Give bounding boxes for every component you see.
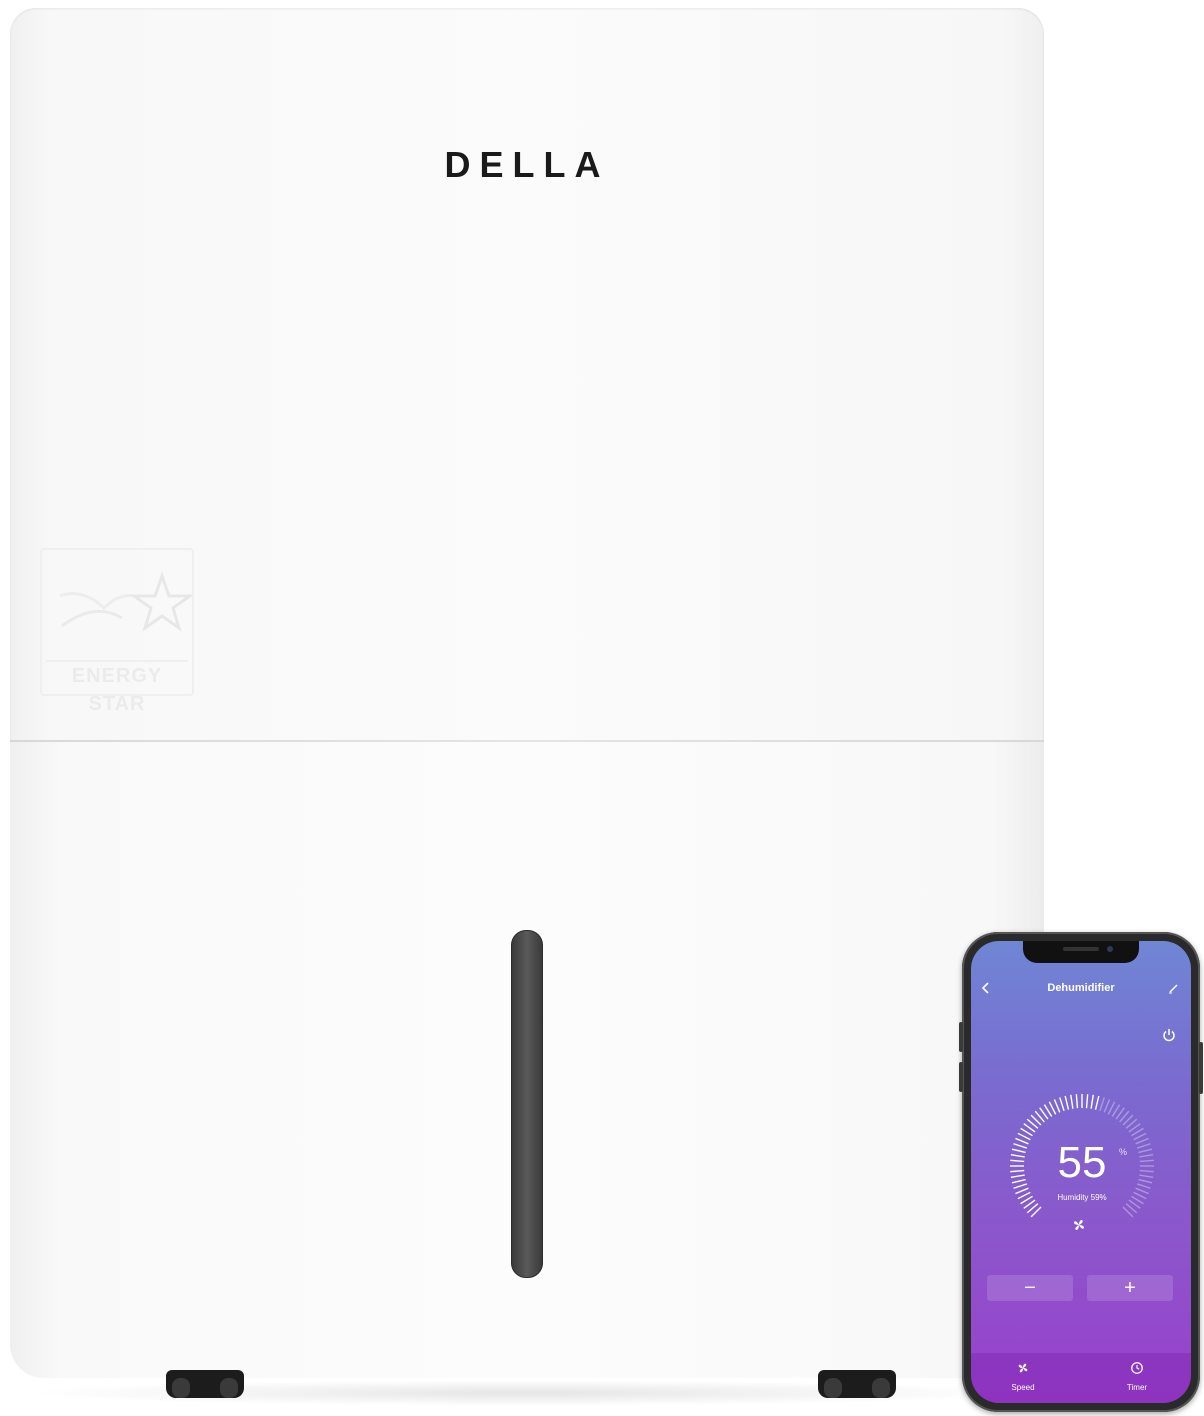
water-level-window	[511, 930, 543, 1278]
tab-timer[interactable]: Timer	[1107, 1361, 1167, 1395]
phone-side-button	[1199, 1042, 1203, 1094]
front-camera	[1107, 946, 1113, 952]
current-humidity-reading: Humidity 59%	[1057, 1193, 1107, 1202]
energy-star-icon	[59, 571, 192, 632]
earpiece	[1063, 947, 1099, 951]
dial-tick	[1059, 1097, 1065, 1112]
caster-wheel-right	[818, 1370, 896, 1398]
edit-button[interactable]	[1167, 981, 1183, 999]
dial-tick	[1053, 1099, 1061, 1113]
dial-tick	[1085, 1094, 1089, 1109]
power-button[interactable]	[1161, 1027, 1179, 1045]
phone-volume-button	[959, 1022, 963, 1052]
dial-tick	[1070, 1094, 1074, 1109]
app-screen: Dehumidifier 55 % Humidity 59% − + Speed…	[971, 941, 1191, 1403]
pencil-icon	[1169, 984, 1178, 994]
caster-wheel-left	[166, 1370, 244, 1398]
app-title: Dehumidifier	[1047, 982, 1115, 994]
tab-speed-label: Speed	[1011, 1383, 1035, 1392]
brand-logo: DELLA	[444, 144, 610, 185]
increase-humidity-button[interactable]: +	[1087, 1275, 1173, 1301]
water-tank-panel	[10, 742, 1044, 1378]
dial-tick	[1107, 1101, 1116, 1115]
smartphone: Dehumidifier 55 % Humidity 59% − + Speed…	[959, 932, 1203, 1412]
unit-top-panel: DELLA ENERGY STAR	[10, 8, 1044, 740]
dial-tick	[1103, 1099, 1111, 1113]
dial-tick	[1094, 1095, 1100, 1110]
dial-tick	[1048, 1101, 1057, 1115]
phone-notch	[1023, 941, 1139, 963]
dial-tick	[1099, 1097, 1105, 1112]
tab-speed[interactable]: Speed	[993, 1361, 1053, 1395]
tab-timer-label: Timer	[1126, 1383, 1148, 1392]
target-humidity-unit: %	[1119, 1147, 1128, 1157]
dial-tick	[1017, 1132, 1031, 1141]
dehumidifier-unit: DELLA ENERGY STAR	[10, 8, 1044, 1378]
dial-tick	[1075, 1094, 1079, 1109]
phone-volume-button	[959, 1062, 963, 1092]
fan-icon	[1018, 1363, 1028, 1373]
power-icon	[1163, 1029, 1175, 1042]
energy-star-label: ENERGY STAR	[46, 660, 188, 715]
dial-tick	[1090, 1094, 1094, 1109]
decrease-humidity-button[interactable]: −	[987, 1275, 1073, 1301]
dial-tick	[1064, 1095, 1070, 1110]
fan-icon	[1074, 1220, 1084, 1230]
dial-tick	[1133, 1132, 1147, 1141]
app-header: Dehumidifier	[971, 979, 1191, 1003]
target-humidity-value: 55	[1057, 1138, 1107, 1187]
bottom-tab-bar: Speed Timer	[971, 1353, 1191, 1403]
energy-star-badge: ENERGY STAR	[40, 548, 194, 715]
clock-icon	[1131, 1362, 1143, 1374]
